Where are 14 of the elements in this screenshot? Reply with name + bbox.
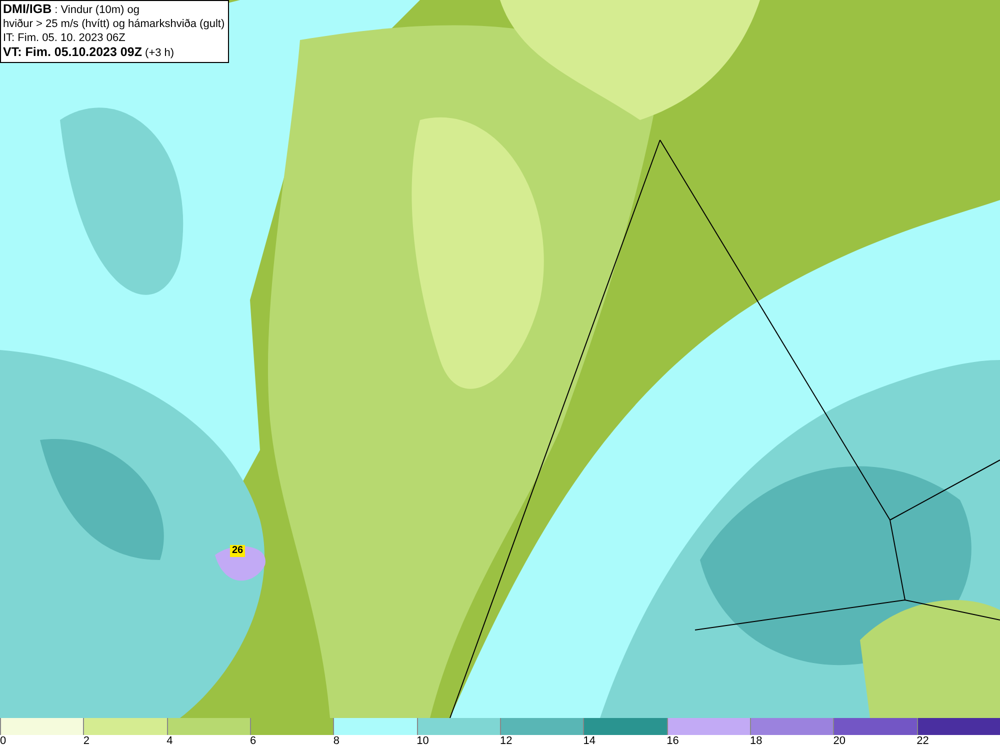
gust-label: 26 bbox=[230, 545, 246, 557]
legend-label: 22 bbox=[916, 735, 929, 747]
legend-label: 12 bbox=[500, 735, 512, 747]
legend-label: 4 bbox=[166, 735, 173, 747]
map-title-box: DMI/IGB : Vindur (10m) og hviður > 25 m/s (hvítt) og hámarkshviða (gult) IT: Fim. 05. 10. 2023 06Z VT: Fim. 05.10.2023 09Z (+3 h) bbox=[0, 0, 229, 63]
legend-label: 2 bbox=[83, 735, 90, 747]
legend-label: 10 bbox=[416, 735, 429, 747]
legend-label: 14 bbox=[583, 735, 596, 747]
legend-label: 0 bbox=[0, 735, 6, 747]
legend-label: 16 bbox=[666, 735, 679, 747]
legend-label: 8 bbox=[333, 735, 340, 747]
legend-label: 20 bbox=[833, 735, 846, 747]
legend-label: 6 bbox=[250, 735, 256, 747]
legend-label: 18 bbox=[750, 735, 762, 747]
